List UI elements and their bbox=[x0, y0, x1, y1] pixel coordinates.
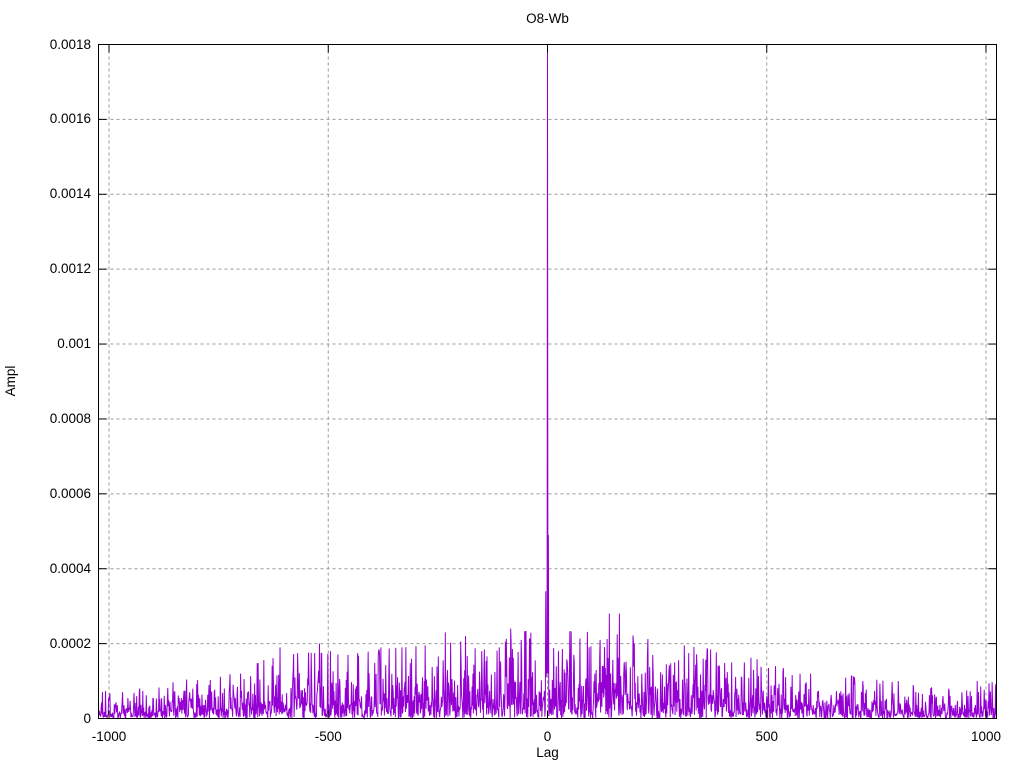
chart-title: O8-Wb bbox=[526, 11, 569, 26]
correlation-chart: O8-Wb Ampl Lag -1000 -500 0 500 1000 0 0.0002 0… bbox=[0, 0, 1024, 768]
y-tick-label: 0.001 bbox=[57, 336, 91, 352]
chart-canvas bbox=[98, 44, 997, 721]
y-tick-label: 0.0006 bbox=[49, 485, 91, 501]
y-tick-label: 0.0018 bbox=[49, 36, 91, 52]
x-tick-label: 0 bbox=[543, 729, 552, 744]
y-tick-label: 0.0002 bbox=[49, 635, 91, 651]
y-tick-label: 0.0012 bbox=[49, 261, 91, 277]
y-tick-label: 0.0008 bbox=[49, 410, 91, 426]
x-tick-label: 500 bbox=[755, 729, 778, 744]
y-tick-label: 0 bbox=[83, 710, 91, 726]
y-tick-label: 0.0004 bbox=[49, 560, 91, 576]
y-axis-label: Ampl bbox=[3, 365, 18, 397]
x-tick-label: -500 bbox=[314, 729, 342, 744]
series-line bbox=[98, 44, 997, 721]
y-tick-label: 0.0014 bbox=[49, 186, 91, 202]
x-axis-label: Lag bbox=[536, 745, 559, 760]
y-tick-label: 0.0016 bbox=[49, 111, 91, 127]
x-tick-label: 1000 bbox=[970, 729, 1001, 744]
x-tick-label: -1000 bbox=[91, 729, 127, 744]
